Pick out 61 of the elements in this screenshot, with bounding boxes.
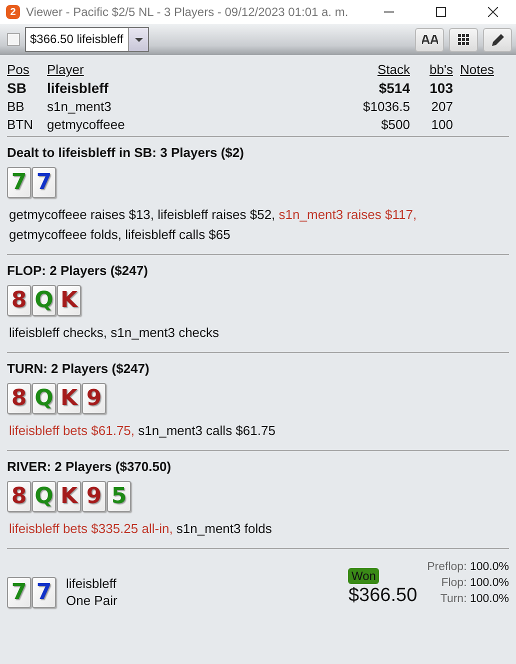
equity-text: Turn: 100.0% <box>440 592 509 607</box>
playing-card: 9 <box>82 383 106 414</box>
column-header: Stack <box>376 62 410 77</box>
playing-card: Q <box>32 481 56 512</box>
street-heading: RIVER: 2 Players ($370.50) <box>7 459 172 474</box>
table-cell-text: BTN <box>7 117 34 132</box>
playing-card: 8 <box>7 481 31 512</box>
table-cell-text: $500 <box>380 117 410 132</box>
playing-card: 7 <box>32 576 56 608</box>
hand-dropdown[interactable]: $366.50 lifeisbleff <box>25 27 149 52</box>
font-size-button[interactable] <box>415 28 444 52</box>
action-text: getmycoffeee raises $13, lifeisbleff raises $52, s1n_ment3 raises $117, getmycoffeee folds, lifeisbleff calls $65 <box>8 206 418 244</box>
playing-card: 8 <box>7 383 31 414</box>
equity-text: Preflop: 100.0% <box>427 560 509 575</box>
hand-rank: One Pair <box>66 592 118 609</box>
playing-card: Q <box>32 285 56 316</box>
window-title: Viewer - Pacific $2/5 NL - 3 Players - 09/12/2023 01:01 a. m. <box>26 5 350 19</box>
playing-card: K <box>57 481 81 512</box>
equity-text: Flop: 100.0% <box>441 576 509 591</box>
playing-card: K <box>57 285 81 316</box>
playing-card: Q <box>32 383 56 414</box>
playing-card: 9 <box>82 481 106 512</box>
playing-card: 7 <box>7 167 31 198</box>
table-cell-text: BB <box>7 99 26 114</box>
table-cell-text: SB <box>7 80 28 96</box>
player-name: lifeisbleff <box>66 575 118 592</box>
table-cell-text: 207 <box>430 99 454 114</box>
column-header: Pos <box>7 62 30 77</box>
playing-card: K <box>57 383 81 414</box>
outcome-label: Won <box>348 568 379 584</box>
action-text: lifeisbleff checks, s1n_ment3 checks <box>8 324 220 342</box>
edit-button[interactable] <box>483 28 512 52</box>
column-header: Notes <box>460 62 495 77</box>
playing-card: 8 <box>7 285 31 316</box>
close-icon <box>488 7 498 17</box>
playing-card: 7 <box>32 167 56 198</box>
table-cell-text: getmycoffeee <box>47 117 126 132</box>
playing-card: 7 <box>7 576 31 608</box>
table-cell-text: s1n_ment3 <box>47 99 112 114</box>
street-heading: Dealt to lifeisbleff in SB: 3 Players ($2) <box>7 145 245 160</box>
table-cell-text: $1036.5 <box>362 99 410 114</box>
grid-icon <box>458 34 469 45</box>
table-cell-text: 100 <box>430 117 454 132</box>
maximize-icon <box>436 7 446 17</box>
pencil-icon <box>490 32 504 46</box>
action-text: lifeisbleff bets $335.25 all-in, s1n_ment3 folds <box>8 520 273 538</box>
font-size-icon <box>422 35 438 44</box>
street-heading: TURN: 2 Players ($247) <box>7 361 150 376</box>
column-header: Player <box>47 62 85 77</box>
table-cell-text: 103 <box>428 80 454 96</box>
app-logo: 2 <box>6 5 20 19</box>
table-cell-text: $514 <box>378 80 410 96</box>
table-cell-text: lifeisbleff <box>47 80 110 96</box>
checkbox[interactable] <box>7 33 20 46</box>
won-amount: $366.50 <box>348 584 418 606</box>
street-heading: FLOP: 2 Players ($247) <box>7 263 149 278</box>
column-header: bb's <box>428 62 454 77</box>
playing-card: 5 <box>107 481 131 512</box>
caret-icon[interactable] <box>128 28 148 51</box>
grid-button[interactable] <box>449 28 478 52</box>
action-text: lifeisbleff bets $61.75, s1n_ment3 calls $61.75 <box>8 422 276 440</box>
